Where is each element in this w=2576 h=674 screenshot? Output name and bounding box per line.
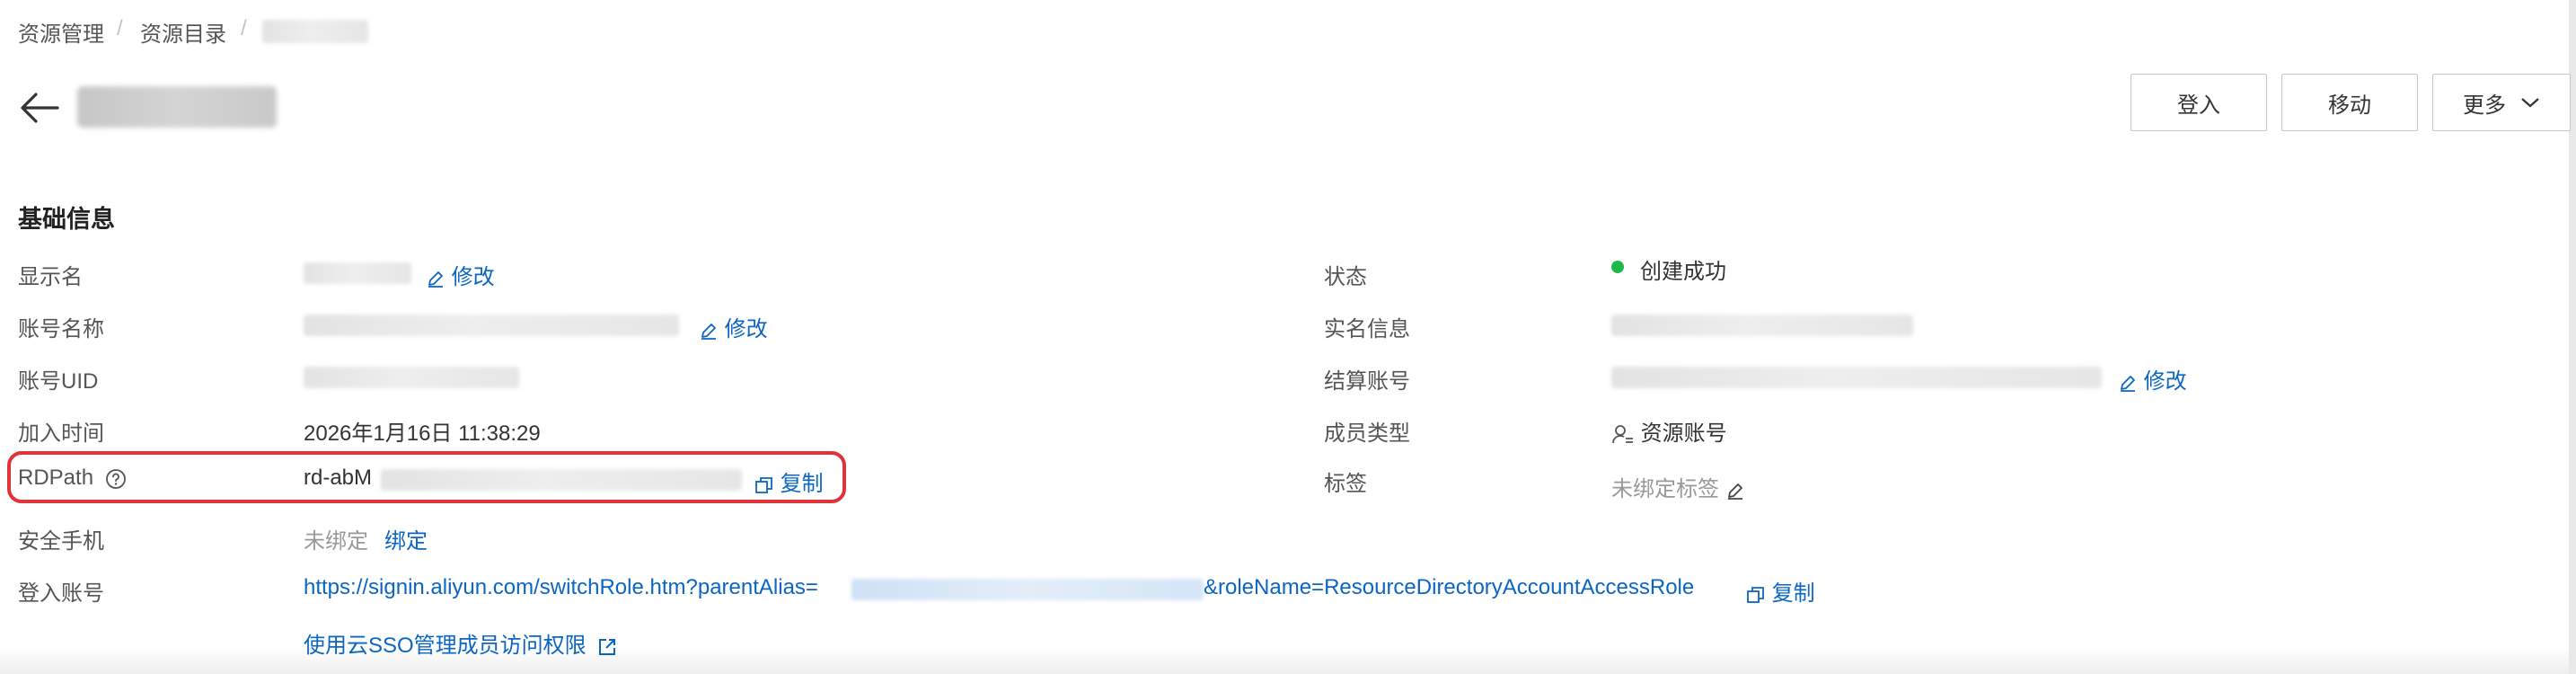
status-success-dot: [1611, 261, 1624, 273]
edit-account-name-text: 修改: [724, 317, 768, 341]
breadcrumb-item-current: [262, 20, 368, 43]
breadcrumb-separator: /: [117, 16, 123, 40]
login-button-label: 登入: [2177, 93, 2220, 118]
status-value: 创建成功: [1640, 260, 1726, 284]
account-uid-value: [304, 367, 519, 388]
login-url-hidden: [851, 579, 1204, 600]
sso-access-link-text: 使用云SSO管理成员访问权限: [304, 634, 587, 658]
breadcrumb-separator: /: [241, 16, 247, 40]
copy-login-url-text: 复制: [1771, 581, 1815, 606]
external-link-icon: [599, 638, 616, 655]
page-title: [77, 86, 277, 128]
move-button[interactable]: 移动: [2281, 74, 2418, 131]
sso-access-link[interactable]: 使用云SSO管理成员访问权限: [304, 627, 617, 659]
edit-icon: [428, 270, 443, 288]
move-button-label: 移动: [2328, 93, 2371, 118]
edit-billing-account-link[interactable]: 修改: [2118, 363, 2187, 395]
login-button[interactable]: 登入: [2130, 74, 2267, 131]
arrow-left-icon[interactable]: [18, 86, 61, 129]
realname-value: [1611, 315, 1913, 336]
edit-billing-account-text: 修改: [2143, 369, 2187, 394]
security-phone-value: 未绑定: [304, 529, 368, 554]
edit-icon: [701, 323, 716, 340]
edit-icon: [2121, 375, 2135, 392]
edit-icon[interactable]: [1725, 481, 1745, 501]
tags-value-text: 未绑定标签: [1611, 477, 1719, 501]
security-phone-label: 安全手机: [18, 529, 104, 554]
account-uid-label: 账号UID: [18, 369, 99, 394]
account-name-value: [304, 315, 679, 336]
more-button-label: 更多: [2463, 93, 2506, 118]
member-type-value: 资源账号: [1611, 415, 1727, 447]
edit-display-name-text: 修改: [451, 265, 495, 289]
display-name-value: [304, 262, 411, 284]
account-name-label: 账号名称: [18, 317, 104, 341]
member-type-text: 资源账号: [1640, 421, 1727, 446]
more-dropdown-button[interactable]: 更多: [2432, 74, 2571, 131]
edit-display-name-link[interactable]: 修改: [426, 259, 495, 290]
user-icon: [1612, 424, 1633, 443]
copy-icon: [1747, 586, 1764, 603]
join-time-label: 加入时间: [18, 421, 104, 446]
rdpath-highlight-annotation: [7, 451, 846, 503]
member-type-label: 成员类型: [1324, 421, 1410, 446]
status-label: 状态: [1324, 265, 1367, 289]
billing-account-value: [1611, 367, 2102, 388]
chevron-down-icon: [2521, 98, 2539, 108]
tags-value[interactable]: 未绑定标签: [1611, 471, 1745, 502]
tags-label: 标签: [1324, 472, 1367, 496]
join-time-value: 2026年1月16日 11:38:29: [304, 421, 541, 446]
section-title: 基础信息: [18, 206, 115, 233]
login-account-label: 登入账号: [18, 581, 104, 606]
billing-account-label: 结算账号: [1324, 369, 1410, 394]
login-url-prefix[interactable]: https://signin.aliyun.com/switchRole.htm…: [304, 575, 818, 600]
realname-label: 实名信息: [1324, 317, 1410, 341]
edit-account-name-link[interactable]: 修改: [699, 311, 768, 342]
display-name-label: 显示名: [18, 265, 83, 289]
login-url-suffix[interactable]: &roleName=ResourceDirectoryAccountAccess…: [1204, 575, 1694, 600]
bind-phone-link[interactable]: 绑定: [384, 523, 428, 554]
copy-login-url-button[interactable]: 复制: [1746, 575, 1815, 607]
breadcrumb-item-resource-management[interactable]: 资源管理: [18, 16, 104, 48]
breadcrumb-item-resource-directory[interactable]: 资源目录: [140, 16, 226, 48]
